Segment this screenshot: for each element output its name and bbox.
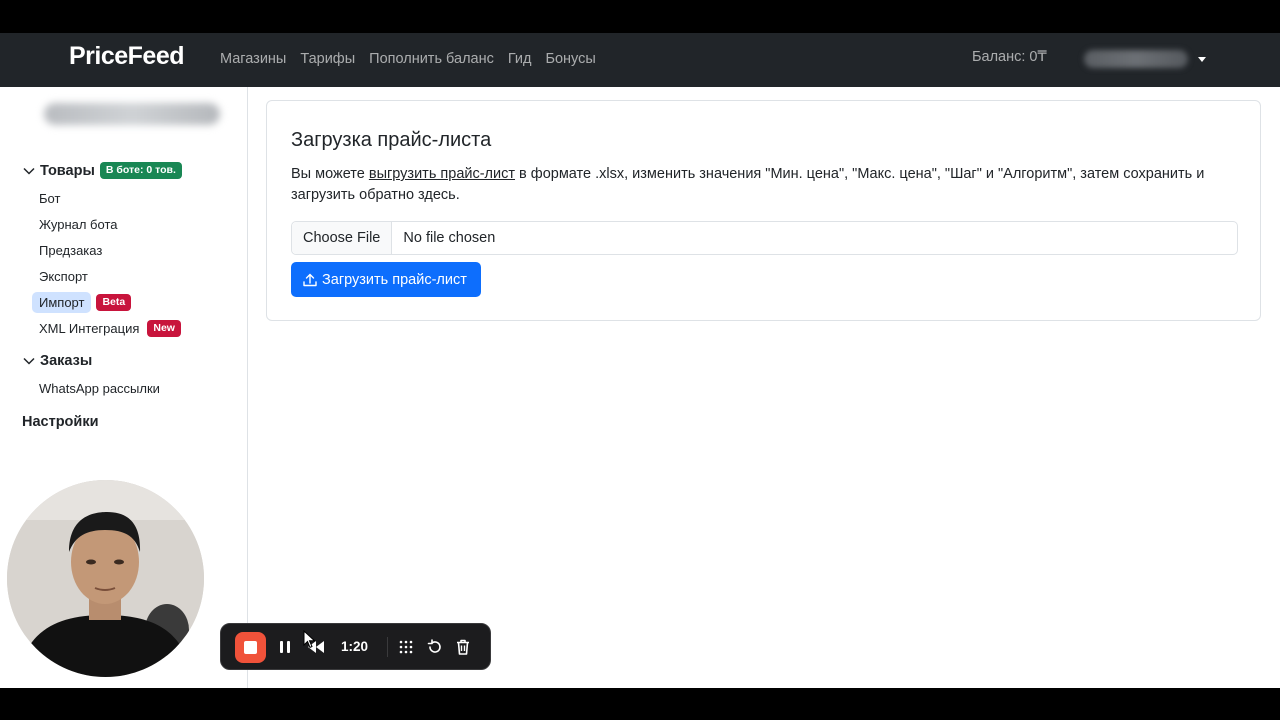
shop-selector-blurred[interactable] xyxy=(44,103,220,125)
sidebar-item-preorder[interactable]: Предзаказ xyxy=(39,243,102,258)
sidebar-item-import[interactable]: Импорт Beta xyxy=(32,292,132,313)
chevron-down-icon xyxy=(23,167,35,175)
nav-link-bonuses[interactable]: Бонусы xyxy=(545,51,595,67)
stop-recording-button[interactable] xyxy=(235,632,266,663)
sidebar-item-export[interactable]: Экспорт xyxy=(39,269,88,284)
sidebar-item-bot-log[interactable]: Журнал бота xyxy=(39,217,117,232)
sidebar-item-label: Бот xyxy=(39,191,61,206)
upload-icon xyxy=(303,273,317,286)
sidebar-item-label: Журнал бота xyxy=(39,217,118,232)
chevron-down-icon xyxy=(23,357,35,365)
upload-pricelist-button[interactable]: Загрузить прайс-лист xyxy=(291,262,481,297)
sidebar-item-label: Экспорт xyxy=(39,269,88,284)
recording-timer: 1:20 xyxy=(341,639,369,654)
sidebar-item-label: Предзаказ xyxy=(39,243,103,258)
toolbar-divider xyxy=(387,637,388,657)
sidebar-item-label: XML Интеграция xyxy=(39,321,140,336)
restart-icon[interactable] xyxy=(426,638,444,656)
sidebar-section-settings[interactable]: Настройки xyxy=(22,414,99,430)
top-navbar: PriceFeed Магазины Тарифы Пополнить бала… xyxy=(0,33,1280,87)
beta-badge: Beta xyxy=(96,294,132,311)
sidebar-section-orders-title: Заказы xyxy=(40,353,93,369)
stop-icon xyxy=(244,641,257,654)
nav-links: Магазины Тарифы Пополнить баланс Гид Бон… xyxy=(220,51,596,67)
export-pricelist-link[interactable]: выгрузить прайс-лист xyxy=(369,166,515,182)
card-description: Вы можете выгрузить прайс-лист в формате… xyxy=(291,164,1241,206)
sidebar-item-whatsapp[interactable]: WhatsApp рассылки xyxy=(39,381,160,396)
page-title: Загрузка прайс-листа xyxy=(291,129,492,151)
sidebar-item-label: Импорт xyxy=(32,292,92,313)
nav-link-shops[interactable]: Магазины xyxy=(220,51,286,67)
file-status-text: No file chosen xyxy=(403,230,496,246)
file-input[interactable]: Choose File No file chosen xyxy=(291,221,1238,255)
sidebar-section-products-title: Товары xyxy=(40,162,95,179)
grid-icon[interactable] xyxy=(397,638,415,656)
upload-card: Загрузка прайс-листа Вы можете выгрузить… xyxy=(266,100,1261,321)
letterbox-bottom xyxy=(0,688,1280,720)
sidebar-item-xml-integration[interactable]: XML Интеграция New xyxy=(39,320,181,337)
trash-icon[interactable] xyxy=(454,638,472,656)
new-badge: New xyxy=(147,320,181,337)
upload-button-label: Загрузить прайс-лист xyxy=(322,271,467,288)
sidebar-section-orders[interactable]: Заказы xyxy=(22,353,92,369)
brand-logo[interactable]: PriceFeed xyxy=(69,42,185,71)
user-menu-blurred[interactable] xyxy=(1084,50,1188,68)
mouse-cursor-icon xyxy=(303,630,316,649)
sidebar-item-label: WhatsApp рассылки xyxy=(39,381,160,396)
webcam-overlay xyxy=(7,480,204,677)
letterbox-top xyxy=(0,0,1280,33)
balance-label: Баланс: 0₸ xyxy=(972,49,1047,65)
sidebar-item-bot[interactable]: Бот xyxy=(39,191,60,206)
pause-icon[interactable] xyxy=(278,638,292,656)
bot-count-badge: В боте: 0 тов. xyxy=(99,162,182,179)
recording-toolbar: 1:20 xyxy=(220,623,491,670)
nav-link-tariffs[interactable]: Тарифы xyxy=(300,51,355,67)
nav-link-guide[interactable]: Гид xyxy=(508,51,532,67)
sidebar-section-products[interactable]: Товары В боте: 0 тов. xyxy=(22,162,182,179)
caret-down-icon[interactable] xyxy=(1198,57,1206,62)
sidebar-section-settings-title: Настройки xyxy=(22,414,99,430)
description-text-before: Вы можете xyxy=(291,166,369,182)
webcam-person-image xyxy=(7,480,204,677)
choose-file-button[interactable]: Choose File xyxy=(292,222,393,254)
nav-link-topup[interactable]: Пополнить баланс xyxy=(369,51,494,67)
